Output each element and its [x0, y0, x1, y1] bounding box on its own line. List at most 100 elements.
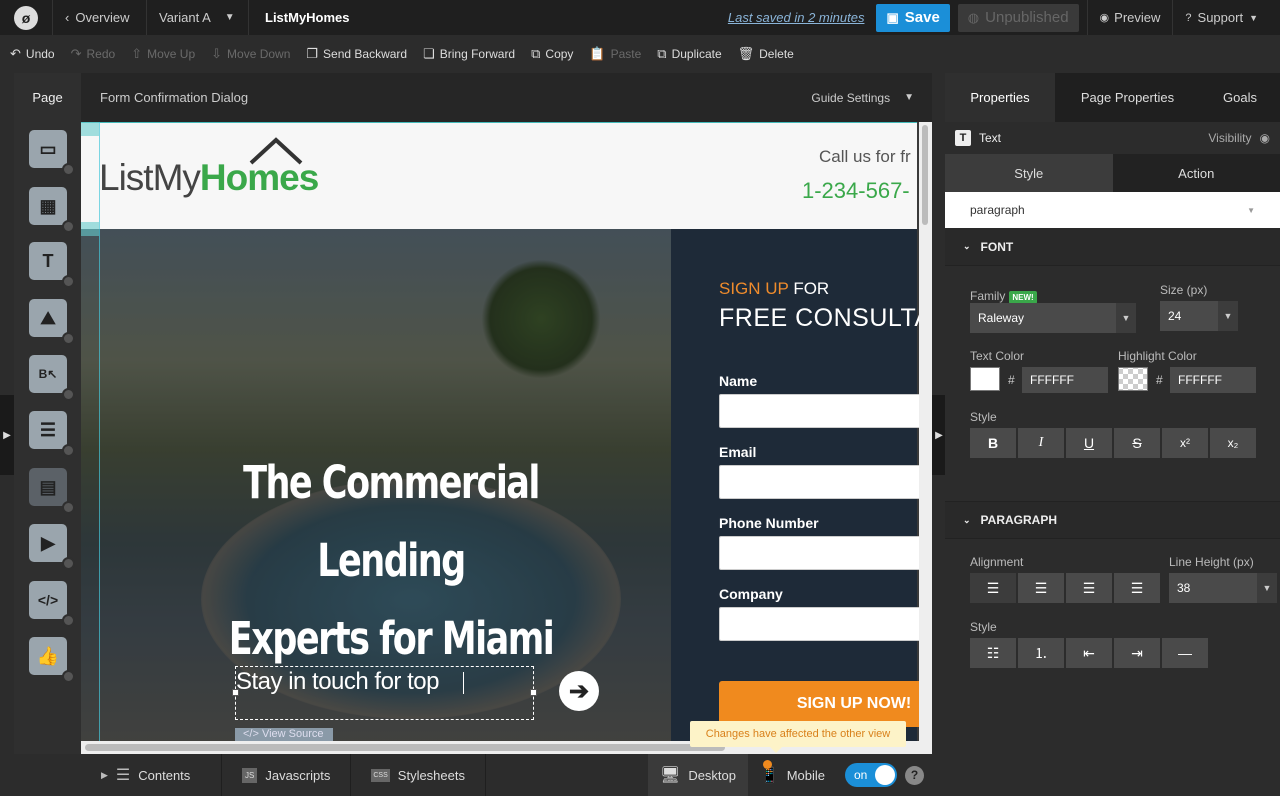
mobile-label: Mobile [786, 767, 825, 783]
guide-settings-dropdown[interactable]: Guide Settings ▼ [811, 91, 932, 105]
scroll-thumb[interactable] [85, 744, 725, 751]
visibility-toggle[interactable]: Visibility ◉ [1208, 131, 1270, 145]
delete-button[interactable]: 🗑 Delete [738, 46, 794, 62]
highlight-color-hex-input[interactable]: FFFFFF [1170, 367, 1256, 393]
align-justify-button[interactable]: ☰ [1066, 573, 1112, 603]
phone-number[interactable]: 1-234-567- [802, 178, 910, 204]
guide-marker[interactable] [81, 122, 99, 136]
line-height-select[interactable]: 38 ▼ [1169, 573, 1277, 603]
text-color-hex-input[interactable]: FFFFFF [1022, 367, 1108, 393]
tab-goals[interactable]: Goals [1200, 73, 1280, 122]
last-saved-link[interactable]: Last saved in 2 minutes [728, 10, 877, 25]
email-field[interactable] [719, 465, 929, 499]
outdent-button[interactable]: ⇤ [1066, 638, 1112, 668]
resize-handle-left[interactable] [232, 689, 239, 696]
indent-icon: ⇥ [1131, 644, 1143, 661]
send-backward-button[interactable]: ❐ Send Backward [306, 46, 407, 62]
duplicate-icon: ⧉ [657, 46, 667, 61]
phone-field[interactable] [719, 536, 929, 570]
subscript-button[interactable]: x₂ [1210, 428, 1256, 458]
tab-action[interactable]: Action [1112, 154, 1280, 192]
scroll-thumb[interactable] [922, 125, 928, 225]
variant-dropdown[interactable]: Variant A ▼ [146, 0, 248, 35]
resize-handle-right[interactable] [530, 689, 537, 696]
image-widget[interactable]: ⛰ [29, 299, 75, 345]
font-section-header[interactable]: ⌄ FONT [945, 228, 1280, 266]
bring-forward-button[interactable]: ❏ Bring Forward [423, 46, 515, 62]
tab-page-properties[interactable]: Page Properties [1055, 73, 1200, 122]
align-center-button[interactable]: ☰ [1018, 573, 1064, 603]
button-widget[interactable]: B↖ [29, 355, 75, 401]
mobile-toggle[interactable]: on [845, 763, 897, 787]
align-left-button[interactable]: ☰ [970, 573, 1016, 603]
name-field[interactable] [719, 394, 929, 428]
paragraph-section: Alignment ☰ ☰ ☰ ☰ Line Height (px) 38 ▼ … [945, 539, 1280, 699]
form-widget[interactable]: ☰ [29, 411, 75, 457]
bold-button[interactable]: B [970, 428, 1016, 458]
left-collapse-arrow[interactable]: ▶ [0, 395, 14, 475]
tab-style[interactable]: Style [945, 154, 1113, 192]
hero-headline[interactable]: The Commercial Lending Experts for Miami [196, 444, 586, 678]
arrow-right-icon[interactable]: ➔ [559, 671, 599, 711]
chevron-right-icon: ▶ [935, 429, 943, 441]
code-widget[interactable]: </> [29, 581, 75, 627]
redo-button[interactable]: ↷ Redo [71, 46, 116, 62]
company-field[interactable] [719, 607, 929, 641]
signup-form-panel[interactable]: SIGN UP FOR FREE CONSULTA Name Email Pho… [671, 229, 931, 754]
overview-link[interactable]: ‹ Overview [52, 0, 146, 35]
list-widget[interactable]: ▤ [29, 468, 75, 514]
editor-canvas[interactable]: ListMyHomes Call us for fr 1-234-567- Th… [81, 122, 932, 754]
unpublished-button[interactable]: ◍ Unpublished [957, 3, 1079, 32]
box-widget[interactable]: ▦ [29, 187, 75, 233]
social-widget[interactable]: 👍 [29, 637, 75, 683]
move-down-button[interactable]: ⇩ Move Down [211, 46, 290, 62]
selected-text-box[interactable]: Stay in touch for top [232, 666, 537, 720]
italic-button[interactable]: I [1018, 428, 1064, 458]
preview-button[interactable]: ◉ Preview [1086, 0, 1173, 35]
strikethrough-button[interactable]: S [1114, 428, 1160, 458]
superscript-button[interactable]: x² [1162, 428, 1208, 458]
font-size-select[interactable]: 24 ▼ [1160, 301, 1238, 331]
bullet-list-button[interactable]: ☷ [970, 638, 1016, 668]
paste-button[interactable]: 📋 Paste [589, 46, 641, 62]
indent-button[interactable]: ⇥ [1114, 638, 1160, 668]
element-type-row: T Text Visibility ◉ [945, 122, 1280, 154]
free-consultation-heading[interactable]: FREE CONSULTA [719, 304, 932, 333]
signup-heading[interactable]: SIGN UP FOR [719, 279, 829, 299]
panel-tabs: Properties Page Properties Goals [945, 73, 1280, 122]
javascripts-button[interactable]: JS Javascripts [222, 754, 352, 796]
text-color-swatch[interactable] [970, 367, 1000, 391]
delete-label: Delete [759, 47, 794, 61]
desktop-view-button[interactable]: 🖥 Desktop [648, 754, 749, 796]
help-icon[interactable]: ? [905, 765, 924, 785]
horizontal-rule-button[interactable]: — [1162, 638, 1208, 668]
highlight-color-swatch[interactable] [1118, 367, 1148, 391]
tab-properties[interactable]: Properties [945, 73, 1055, 122]
video-widget[interactable]: ▶ [29, 524, 75, 570]
align-right-button[interactable]: ☰ [1114, 573, 1160, 603]
app-logo[interactable]: ø [0, 0, 52, 35]
save-button[interactable]: ▣ Save [876, 3, 950, 32]
section-widget[interactable]: ▭ [29, 130, 75, 176]
undo-button[interactable]: ↶ Undo [10, 46, 55, 62]
call-us-text[interactable]: Call us for fr [819, 147, 911, 167]
copy-button[interactable]: ⧉ Copy [531, 46, 573, 62]
duplicate-button[interactable]: ⧉ Duplicate [657, 46, 721, 62]
text-widget[interactable]: T [29, 242, 75, 288]
contents-button[interactable]: ▶ ☰ Contents [81, 754, 222, 796]
support-dropdown[interactable]: ? Support ▼ [1172, 0, 1280, 35]
move-up-button[interactable]: ⇧ Move Up [131, 46, 195, 62]
page-tab[interactable]: Page [14, 73, 81, 122]
mobile-view-button[interactable]: 📱 Mobile [748, 754, 837, 796]
guide-marker[interactable] [81, 222, 99, 236]
paragraph-section-header[interactable]: ⌄ PARAGRAPH [945, 501, 1280, 539]
stay-in-touch-text[interactable]: Stay in touch for top [236, 668, 439, 696]
stylesheets-button[interactable]: CSS Stylesheets [351, 754, 486, 796]
underline-button[interactable]: U [1066, 428, 1112, 458]
landing-header[interactable]: ListMyHomes Call us for fr 1-234-567- [81, 122, 917, 229]
text-type-select[interactable]: paragraph ▼ [945, 192, 1280, 228]
right-collapse-arrow[interactable]: ▶ [932, 395, 946, 475]
font-family-select[interactable]: Raleway ▼ [970, 303, 1136, 333]
numbered-list-button[interactable]: ⒈ [1018, 638, 1064, 668]
vertical-scrollbar[interactable] [919, 122, 932, 754]
